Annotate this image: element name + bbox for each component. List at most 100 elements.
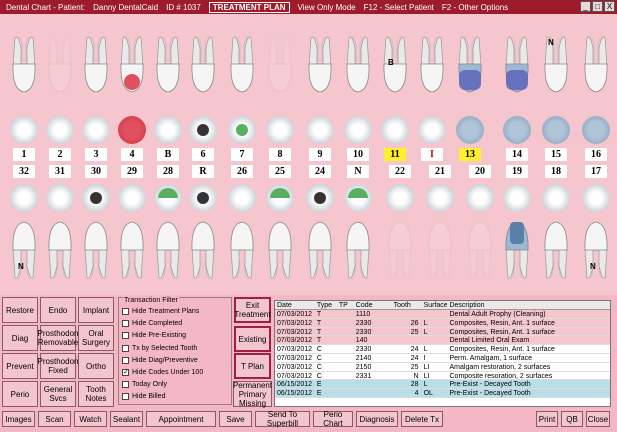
upper-tooth-4[interactable] <box>118 34 146 96</box>
lower-tooth-number[interactable]: 18 <box>545 165 567 178</box>
upper-occlusal-15[interactable] <box>542 116 570 144</box>
upper-occlusal-12[interactable] <box>418 116 446 144</box>
t-plan-button[interactable]: T Plan <box>234 353 271 379</box>
lower-tooth-number[interactable]: 32 <box>13 165 35 178</box>
lower-tooth-28[interactable] <box>154 218 182 280</box>
upper-tooth-6[interactable] <box>189 34 217 96</box>
column-header[interactable]: TP <box>337 301 354 309</box>
upper-tooth-number[interactable]: 4 <box>121 148 143 161</box>
diagnosis-button[interactable]: Diagnosis <box>356 411 398 427</box>
lower-occlusal-1[interactable] <box>10 184 38 212</box>
upper-tooth-number[interactable]: 15 <box>545 148 567 161</box>
lower-tooth-24[interactable] <box>306 218 334 280</box>
lower-tooth-21[interactable] <box>426 218 454 280</box>
upper-tooth-number[interactable]: 10 <box>347 148 369 161</box>
scan-button[interactable]: Scan <box>38 411 71 427</box>
column-header[interactable]: Surface <box>422 301 448 309</box>
delete-tx-button[interactable]: Delete Tx <box>401 411 443 427</box>
close-button[interactable]: Close <box>586 411 610 427</box>
lower-tooth-number[interactable]: 17 <box>585 165 607 178</box>
upper-tooth-8[interactable] <box>266 34 294 96</box>
table-row[interactable]: 07/03/2012 T 1110 Dental Adult Prophy (Clea… <box>275 310 610 319</box>
checkbox[interactable] <box>122 332 129 340</box>
lower-tooth-32[interactable] <box>10 218 38 280</box>
images-button[interactable]: Images <box>2 411 35 427</box>
lower-tooth-31[interactable] <box>46 218 74 280</box>
lower-tooth-number[interactable]: 28 <box>157 165 179 178</box>
upper-tooth-number[interactable]: 14 <box>506 148 528 161</box>
lower-tooth-29[interactable] <box>118 218 146 280</box>
lower-occlusal-7[interactable] <box>228 184 256 212</box>
upper-occlusal-6[interactable] <box>189 116 217 144</box>
lower-tooth-number[interactable]: 29 <box>121 165 143 178</box>
maximize-button[interactable]: □ <box>592 1 603 12</box>
filter-option[interactable]: ✓ Hide Codes Under 100 <box>122 369 203 376</box>
upper-tooth-number[interactable]: 9 <box>309 148 331 161</box>
send-to-superbill-button[interactable]: Send To Superbill <box>255 410 310 428</box>
procedure-button-ortho[interactable]: Ortho <box>78 353 114 379</box>
checkbox[interactable] <box>122 393 129 401</box>
lower-tooth-N[interactable] <box>344 218 372 280</box>
procedure-button-general-svcs[interactable]: General Svcs <box>40 381 76 407</box>
upper-tooth-number[interactable]: 13 <box>459 148 481 161</box>
filter-option[interactable]: Tx by Selected Tooth <box>122 344 197 352</box>
watch-button[interactable]: Watch <box>74 411 107 427</box>
lower-tooth-30[interactable] <box>82 218 110 280</box>
column-header[interactable]: Type <box>315 301 337 309</box>
procedure-button-prosthodon-fixed[interactable]: Prosthodon Fixed <box>38 353 78 379</box>
lower-tooth-number[interactable]: 20 <box>469 165 491 178</box>
upper-occlusal-5[interactable] <box>154 116 182 144</box>
procedure-button-prevent[interactable]: Prevent <box>2 353 38 379</box>
filter-option[interactable]: Today Only <box>122 381 167 389</box>
lower-tooth-25[interactable] <box>266 218 294 280</box>
upper-tooth-number[interactable]: 16 <box>585 148 607 161</box>
filter-option[interactable]: Hide Completed <box>122 320 182 328</box>
lower-tooth-number[interactable]: 21 <box>429 165 451 178</box>
close-window-button[interactable]: X <box>604 1 615 12</box>
upper-tooth-13[interactable] <box>456 34 484 96</box>
lower-tooth-number[interactable]: 19 <box>506 165 528 178</box>
column-header[interactable]: Tooth <box>392 301 422 309</box>
upper-tooth-number[interactable]: 1 <box>13 148 35 161</box>
print-button[interactable]: Print <box>536 411 558 427</box>
upper-tooth-1[interactable] <box>10 34 38 96</box>
checkbox[interactable] <box>122 320 129 328</box>
upper-occlusal-1[interactable] <box>10 116 38 144</box>
upper-tooth-16[interactable] <box>582 34 610 96</box>
lower-tooth-number[interactable]: R <box>192 165 214 178</box>
filter-option[interactable]: Hide Diag/Preventive <box>122 356 198 364</box>
upper-occlusal-2[interactable] <box>46 116 74 144</box>
upper-tooth-number[interactable]: 11 <box>384 148 406 161</box>
procedure-button-perio[interactable]: Perio <box>2 381 38 407</box>
upper-tooth-11[interactable] <box>381 34 409 96</box>
upper-occlusal-10[interactable] <box>344 116 372 144</box>
lower-tooth-number[interactable]: 30 <box>85 165 107 178</box>
upper-tooth-10[interactable] <box>344 34 372 96</box>
lower-occlusal-5[interactable] <box>154 184 182 212</box>
lower-occlusal-15[interactable] <box>542 184 570 212</box>
column-header[interactable]: Description <box>447 301 610 309</box>
upper-tooth-12[interactable] <box>418 34 446 96</box>
table-row[interactable]: 07/03/2012 C 2330 24 L Composites, Resin, Ant… <box>275 345 610 354</box>
lower-occlusal-14[interactable] <box>503 184 531 212</box>
filter-option[interactable]: Hide Pre-Existing <box>122 332 186 340</box>
upper-tooth-number[interactable]: B <box>157 148 179 161</box>
lower-occlusal-13[interactable] <box>466 184 494 212</box>
checkbox[interactable]: ✓ <box>122 369 129 376</box>
upper-occlusal-13[interactable] <box>456 116 484 144</box>
lower-tooth-R[interactable] <box>189 218 217 280</box>
sealant-button[interactable]: Sealant <box>110 411 143 427</box>
upper-tooth-number[interactable]: 7 <box>231 148 253 161</box>
table-row[interactable]: 07/03/2012 T 140 Dental Limited Oral Exam <box>275 336 610 346</box>
lower-occlusal-16[interactable] <box>582 184 610 212</box>
upper-tooth-2[interactable] <box>46 34 74 96</box>
lower-tooth-number[interactable]: 31 <box>49 165 71 178</box>
upper-tooth-number[interactable]: I <box>421 148 443 161</box>
upper-occlusal-9[interactable] <box>306 116 334 144</box>
table-row[interactable]: 07/03/2012 C 2140 24 I Perm. Amalgam, 1 surfa… <box>275 353 610 363</box>
column-header[interactable]: Code <box>354 301 392 309</box>
checkbox[interactable] <box>122 344 129 352</box>
lower-tooth-26[interactable] <box>228 218 256 280</box>
perio-chart-button[interactable]: Perio Chart <box>313 410 353 428</box>
upper-tooth-number[interactable]: 3 <box>85 148 107 161</box>
